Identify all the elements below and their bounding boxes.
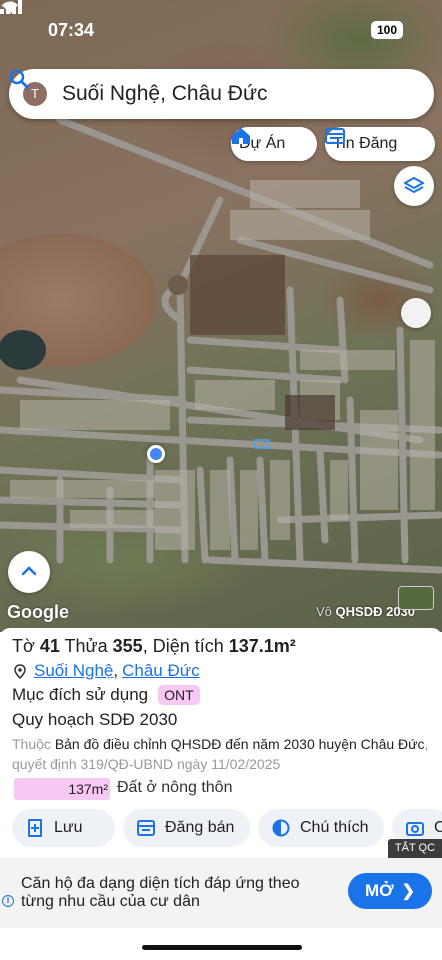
commune-link[interactable]: Suối Nghệ bbox=[34, 661, 113, 681]
google-logo: Google bbox=[7, 602, 69, 622]
area-label: , Diện tích bbox=[142, 636, 224, 656]
search-input[interactable]: Suối Nghệ, Châu Đức bbox=[62, 82, 268, 106]
purpose-code-badge: ONT bbox=[158, 685, 200, 705]
close-ad-button[interactable]: TẮT QC bbox=[388, 839, 442, 858]
plan-source: Thuộc Bản đồ điều chỉnh QHSDĐ đến năm 20… bbox=[12, 734, 432, 774]
purpose-label: Mục đích sử dụng bbox=[12, 685, 149, 704]
post-button-label: Đăng bán bbox=[165, 819, 235, 836]
layer-thumbnail[interactable] bbox=[398, 586, 434, 610]
listings-chip[interactable]: Tin Đăng bbox=[325, 127, 435, 161]
land-purpose: Mục đích sử dụng ONT bbox=[12, 685, 200, 705]
expand-up-button[interactable] bbox=[8, 551, 50, 593]
lot-label: Thửa bbox=[64, 636, 108, 656]
contrast-icon bbox=[272, 819, 290, 837]
parcel-info-panel: Tờ 41 Thửa 355, Diện tích 137.1m² Suối N… bbox=[0, 628, 442, 858]
parcel-title: Tờ 41 Thửa 355, Diện tích 137.1m² bbox=[12, 636, 296, 657]
camera-icon bbox=[406, 822, 424, 836]
current-location-dot bbox=[147, 445, 165, 463]
search-icon[interactable] bbox=[9, 69, 29, 89]
parcel-address: Suối Nghệ, Châu Đức bbox=[14, 661, 200, 681]
action-row: Lưu Đăng bán Chú thích C bbox=[0, 809, 442, 847]
legend-button-label: Chú thích bbox=[300, 819, 369, 836]
legend-button[interactable]: Chú thích bbox=[258, 809, 384, 847]
ad-open-button[interactable]: MỞ ❯ bbox=[348, 873, 432, 909]
layers-icon bbox=[404, 177, 424, 193]
bookmark-add-icon bbox=[28, 819, 42, 837]
projects-chip[interactable]: Dự Án bbox=[231, 127, 317, 161]
area-badge: 137m² bbox=[14, 778, 110, 800]
map-pin-icon bbox=[14, 663, 26, 679]
ad-text: Căn hộ đa dạng diện tích đáp ứng theo từ… bbox=[21, 875, 300, 910]
belongs-map-name: Bản đồ điều chỉnh QHSDĐ đến năm 2030 huy… bbox=[54, 736, 425, 752]
map-control-knob[interactable] bbox=[401, 298, 431, 328]
lot-number: 355 bbox=[112, 636, 143, 656]
status-bar: 07:34 100 bbox=[0, 0, 442, 60]
satellite-map[interactable]: 07:34 100 T Suối Nghệ, Châu Đức Dự Án Ti… bbox=[0, 0, 442, 632]
map-caption-prefix: Vô bbox=[316, 604, 332, 619]
search-bar[interactable]: T Suối Nghệ, Châu Đức bbox=[9, 69, 434, 119]
area-value: 137.1m² bbox=[228, 636, 296, 656]
ad-banner[interactable]: i Căn hộ đa dạng diện tích đáp ứng theo … bbox=[0, 858, 442, 928]
address-separator: , bbox=[113, 661, 119, 680]
camera-button-label: C bbox=[434, 819, 442, 836]
save-button[interactable]: Lưu bbox=[12, 809, 115, 847]
info-icon[interactable]: i bbox=[2, 895, 14, 907]
listing-icon bbox=[137, 820, 155, 836]
post-for-sale-button[interactable]: Đăng bán bbox=[123, 809, 250, 847]
chevron-right-icon: ❯ bbox=[401, 883, 416, 900]
district-link[interactable]: Châu Đức bbox=[122, 661, 200, 681]
sheet-label: Tờ bbox=[12, 636, 35, 656]
chevron-up-icon bbox=[21, 566, 37, 576]
land-type-label: Đất ở nông thôn bbox=[117, 779, 233, 796]
plan-title: Quy hoạch SDĐ 2030 bbox=[12, 710, 178, 729]
status-time: 07:34 bbox=[48, 20, 95, 40]
map-layers-button[interactable] bbox=[394, 166, 434, 206]
ad-open-label: MỞ bbox=[364, 881, 394, 900]
listing-icon bbox=[325, 128, 345, 144]
sheet-number: 41 bbox=[39, 636, 60, 656]
battery-indicator: 100 bbox=[371, 21, 403, 39]
wifi-icon bbox=[2, 1, 18, 14]
building-icon bbox=[232, 128, 250, 144]
belongs-prefix: Thuộc bbox=[12, 736, 51, 752]
home-indicator bbox=[142, 945, 302, 950]
save-button-label: Lưu bbox=[54, 819, 83, 836]
